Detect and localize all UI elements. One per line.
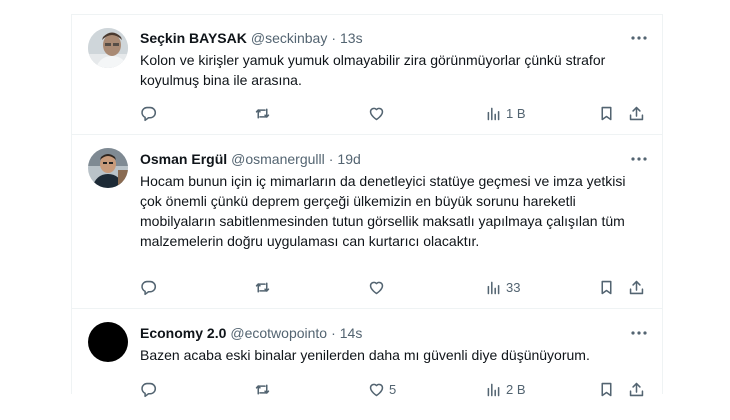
timestamp[interactable]: 19d	[337, 150, 360, 168]
reply-icon	[141, 106, 156, 121]
views-icon	[487, 107, 500, 120]
share-icon	[629, 106, 644, 120]
separator-dot: ·	[328, 151, 334, 167]
reply-icon	[141, 280, 156, 295]
avatar[interactable]	[88, 148, 128, 188]
bookmark-icon	[601, 280, 612, 294]
more-icon[interactable]	[630, 150, 648, 168]
display-name[interactable]: Economy 2.0	[140, 324, 226, 342]
bookmark-icon	[601, 106, 612, 120]
avatar-image	[88, 28, 128, 68]
avatar[interactable]	[88, 322, 128, 362]
share-icon	[629, 280, 644, 294]
tweet[interactable]: Osman Ergül @osmanergulll · 19d Hocam bu…	[72, 135, 662, 309]
views-icon	[487, 281, 500, 294]
tweet-header: Economy 2.0 @ecotwopointo · 14s	[140, 324, 648, 342]
retweet-button[interactable]	[254, 277, 275, 297]
view-count: 1 B	[506, 105, 526, 121]
share-button[interactable]	[628, 277, 645, 297]
handle[interactable]: @seckinbay	[251, 29, 327, 47]
tweet-text: Bazen acaba eski binalar yenilerden daha…	[140, 347, 590, 363]
share-button[interactable]	[628, 103, 645, 123]
separator-dot: ·	[331, 30, 336, 46]
bookmark-icon	[601, 382, 612, 396]
handle[interactable]: @ecotwopointo	[230, 324, 327, 342]
timestamp[interactable]: 14s	[340, 324, 363, 342]
retweet-icon	[255, 281, 270, 293]
tweet[interactable]: Economy 2.0 @ecotwopointo · 14s Bazen ac…	[72, 309, 662, 397]
display-name[interactable]: Osman Ergül	[140, 150, 227, 168]
like-button[interactable]	[368, 103, 389, 123]
share-button[interactable]	[628, 379, 645, 399]
views-button[interactable]: 2 B	[485, 379, 526, 399]
tweet-header: Osman Ergül @osmanergulll · 19d	[140, 150, 648, 168]
like-icon	[369, 107, 384, 120]
retweet-icon	[255, 383, 270, 395]
tweet-actions: 1 B	[140, 103, 648, 123]
tweet-actions: 33	[140, 277, 648, 297]
display-name[interactable]: Seçkin BAYSAK	[140, 29, 247, 47]
reply-button[interactable]	[140, 277, 161, 297]
like-button[interactable]: 5	[368, 379, 396, 399]
handle[interactable]: @osmanergulll	[231, 150, 325, 168]
like-icon	[369, 383, 384, 396]
bookmark-button[interactable]	[598, 103, 615, 123]
retweet-button[interactable]	[254, 379, 275, 399]
avatar-image	[88, 148, 128, 188]
reply-button[interactable]	[140, 103, 161, 123]
tweet[interactable]: Seçkin BAYSAK @seckinbay · 13s Kolon ve …	[72, 14, 662, 135]
share-icon	[629, 382, 644, 396]
more-icon[interactable]	[630, 29, 648, 47]
view-count: 33	[506, 279, 521, 295]
more-icon[interactable]	[630, 324, 648, 342]
tweet-text: Hocam bunun için iç mimarların da denetl…	[140, 173, 626, 249]
separator-dot: ·	[331, 325, 336, 341]
tweet-actions: 5 2 B	[140, 379, 648, 399]
like-count: 5	[389, 381, 397, 397]
timestamp[interactable]: 13s	[340, 29, 363, 47]
tweet-header: Seçkin BAYSAK @seckinbay · 13s	[140, 29, 648, 47]
like-icon	[369, 281, 384, 294]
retweet-button[interactable]	[254, 103, 275, 123]
view-count: 2 B	[506, 381, 526, 397]
tweet-feed: Seçkin BAYSAK @seckinbay · 13s Kolon ve …	[71, 14, 663, 397]
views-icon	[487, 383, 500, 396]
views-button[interactable]: 1 B	[485, 103, 526, 123]
bookmark-button[interactable]	[598, 277, 615, 297]
reply-icon	[141, 382, 156, 397]
views-button[interactable]: 33	[485, 277, 520, 297]
tweet-text: Kolon ve kirişler yamuk yumuk olmayabili…	[140, 52, 606, 88]
avatar[interactable]	[88, 28, 128, 68]
like-button[interactable]	[368, 277, 389, 297]
retweet-icon	[255, 107, 270, 119]
reply-button[interactable]	[140, 379, 161, 399]
bookmark-button[interactable]	[598, 379, 615, 399]
